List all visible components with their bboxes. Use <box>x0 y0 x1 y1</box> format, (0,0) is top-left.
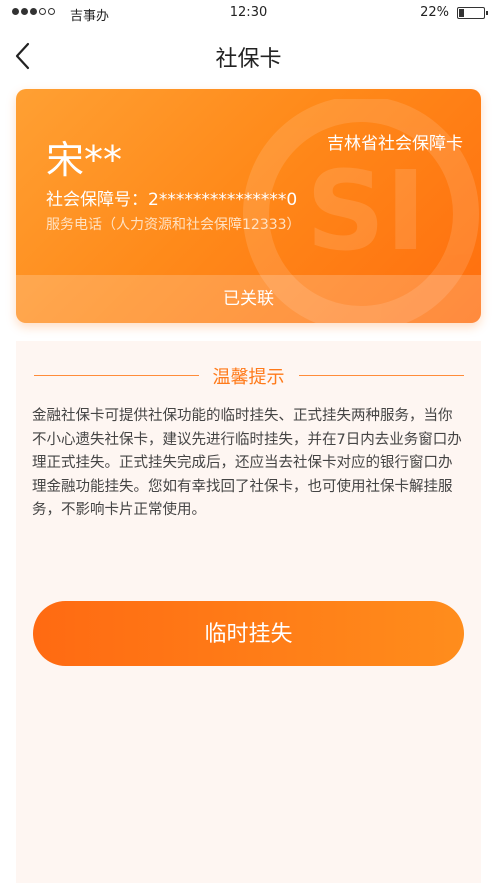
card-holder-name: 宋** <box>46 138 123 182</box>
navigation-bar: 社保卡 <box>0 28 497 84</box>
temporary-loss-button[interactable]: 临时挂失 <box>33 601 464 666</box>
divider-right <box>299 375 464 376</box>
status-bar: 吉事办 12:30 22% <box>0 0 497 28</box>
card-status-badge: 已关联 <box>16 275 481 323</box>
tips-body-text: 金融社保卡可提供社保功能的临时挂失、正式挂失两种服务，当你不小心遗失社保卡，建议… <box>32 408 462 518</box>
page-title: 社保卡 <box>215 47 282 72</box>
svg-text:SI: SI <box>306 147 426 275</box>
battery-percentage: 22% <box>420 5 449 20</box>
card-service-hotline: 服务电话（人力资源和社会保障12333） <box>46 217 301 233</box>
tips-header: 温馨提示 <box>16 361 481 391</box>
social-security-card: SI 吉林省社会保障卡 宋** 社会保障号：2***************0 … <box>16 89 481 323</box>
card-province-label: 吉林省社会保障卡 <box>327 134 463 154</box>
battery-icon <box>457 7 488 19</box>
tips-title: 温馨提示 <box>212 367 285 388</box>
card-ssn-number: 社会保障号：2***************0 <box>46 190 298 210</box>
